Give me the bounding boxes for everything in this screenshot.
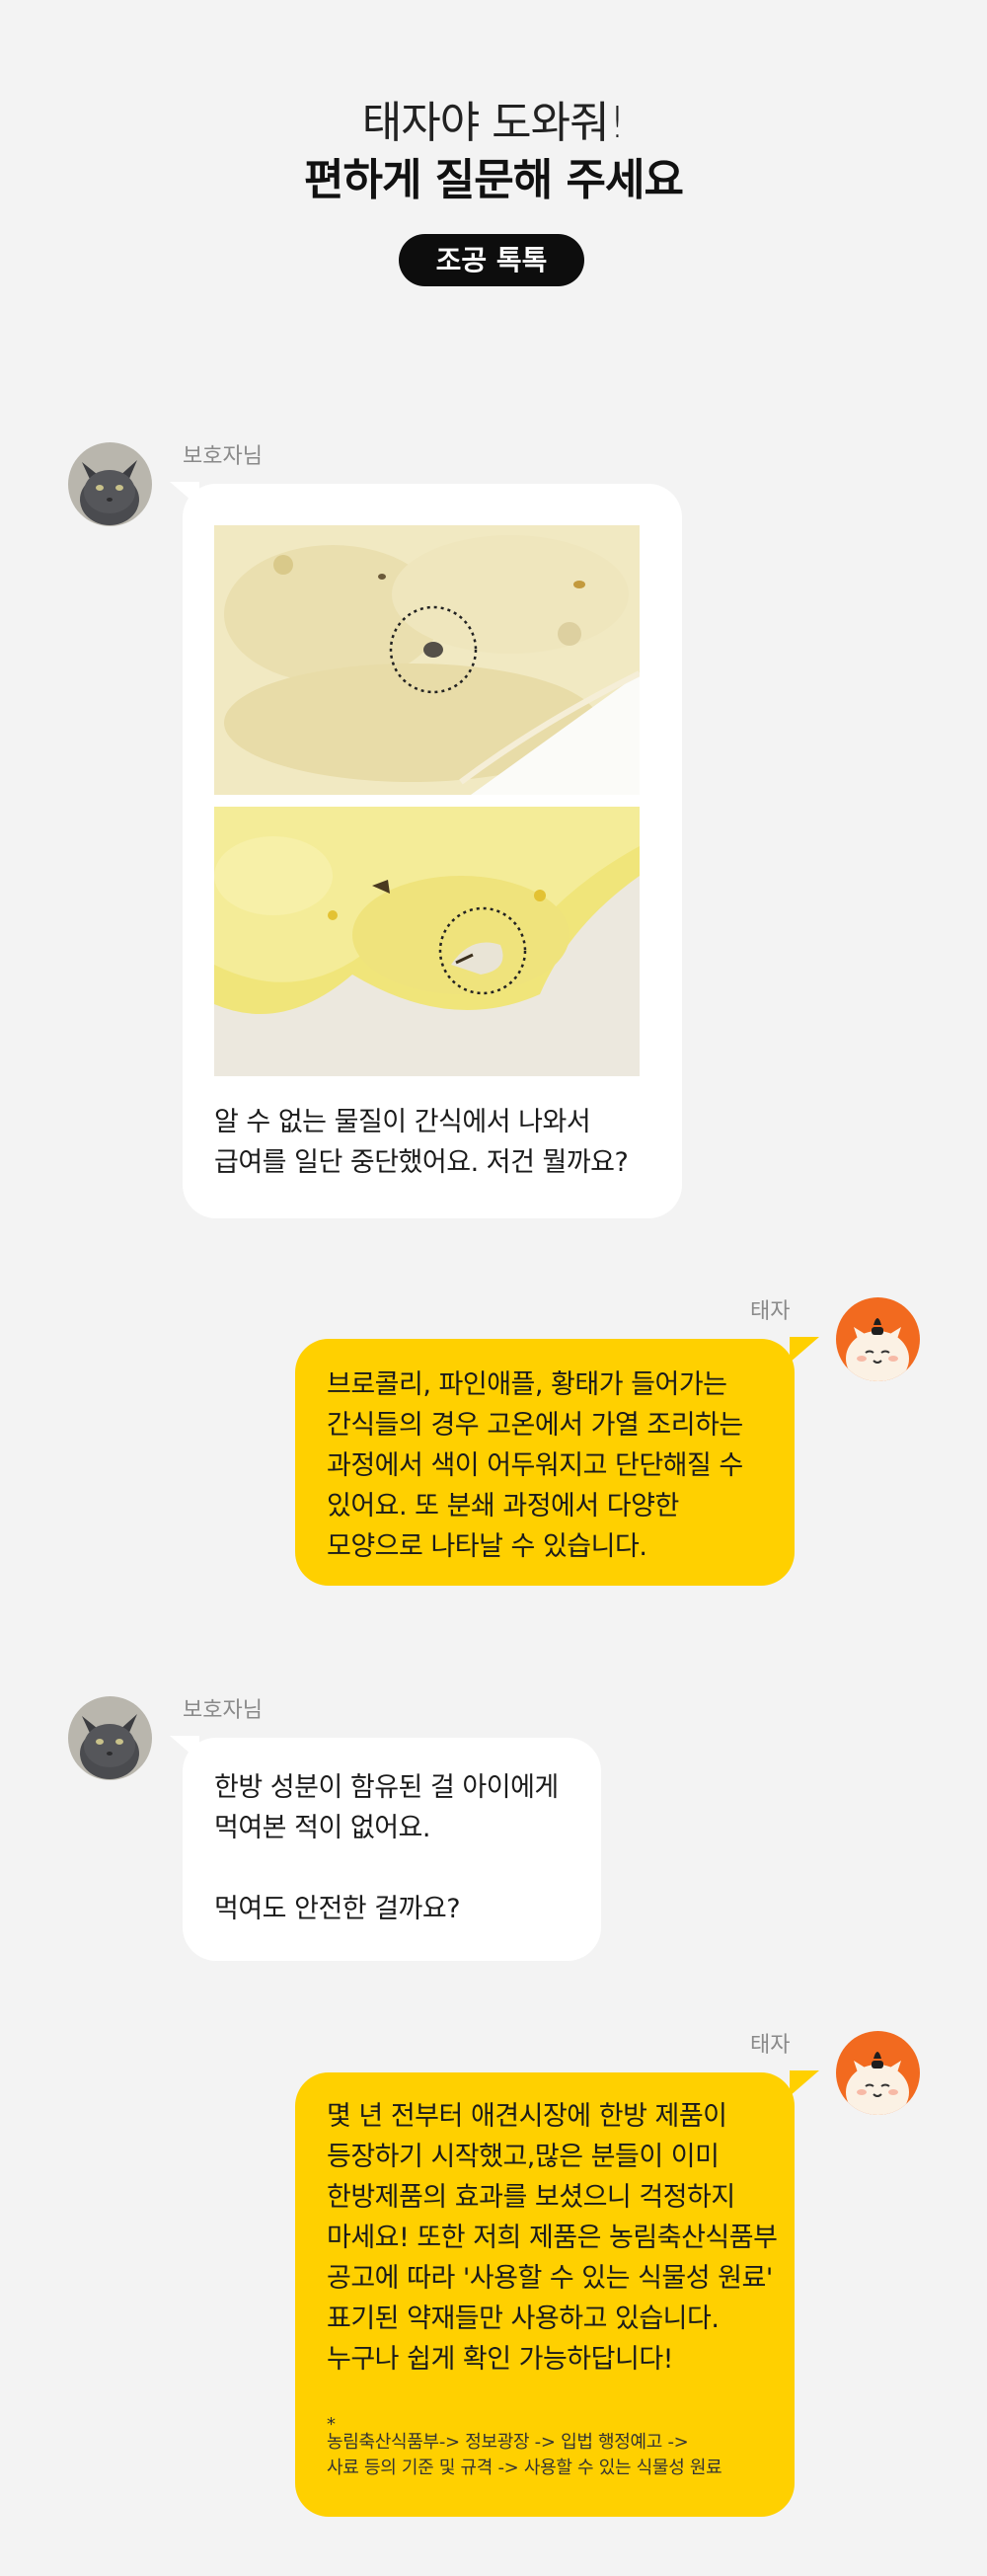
message-text: 브로콜리, 파인애플, 황태가 들어가는 간식들의 경우 고온에서 가열 조리하… bbox=[327, 1369, 743, 1562]
gray-cat-avatar bbox=[68, 1696, 152, 1780]
page-title: 태자야 도와줘! bbox=[361, 98, 627, 148]
message-bubble: 알 수 없는 물질이 간식에서 나와서 급여를 일단 중단했어요. 저건 뭘까요… bbox=[183, 484, 682, 1218]
page-subtitle: 편하게 질문해 주세요 bbox=[304, 155, 684, 205]
source-note: 농림축산식품부-> 정보광장 -> 입법 행정예고 -> 사료 등의 기준 및 … bbox=[327, 2432, 722, 2478]
message-text: 몇 년 전부터 애견시장에 한방 제품이 등장하기 시작했고,많은 분들이 이미… bbox=[327, 2101, 778, 2375]
message-text: 한방 성분이 함유된 걸 아이에게 먹여본 적이 없어요. 먹여도 안전한 걸까… bbox=[214, 1772, 559, 1924]
sender-name: 보호자님 bbox=[183, 1698, 263, 1723]
message-bubble: 한방 성분이 함유된 걸 아이에게 먹여본 적이 없어요. 먹여도 안전한 걸까… bbox=[183, 1738, 601, 1961]
bubble-tail bbox=[790, 1337, 819, 1363]
cartoon-cat-avatar bbox=[836, 1297, 920, 1381]
category-badge: 조공 톡톡 bbox=[399, 234, 584, 286]
sender-name: 태자 bbox=[750, 2033, 791, 2058]
reply-bubble: 브로콜리, 파인애플, 황태가 들어가는 간식들의 경우 고온에서 가열 조리하… bbox=[295, 1339, 795, 1586]
cartoon-cat-avatar bbox=[836, 2031, 920, 2115]
sender-name: 보호자님 bbox=[183, 444, 263, 469]
gray-cat-avatar bbox=[68, 442, 152, 526]
message-text: 알 수 없는 물질이 간식에서 나와서 급여를 일단 중단했어요. 저건 뭘까요… bbox=[214, 1107, 629, 1178]
sender-name: 태자 bbox=[750, 1299, 791, 1324]
snack-photo-1[interactable] bbox=[214, 525, 640, 795]
snack-photo-2[interactable] bbox=[214, 807, 640, 1076]
bubble-tail bbox=[790, 2070, 819, 2096]
reply-bubble: 몇 년 전부터 애견시장에 한방 제품이 등장하기 시작했고,많은 분들이 이미… bbox=[295, 2072, 795, 2517]
